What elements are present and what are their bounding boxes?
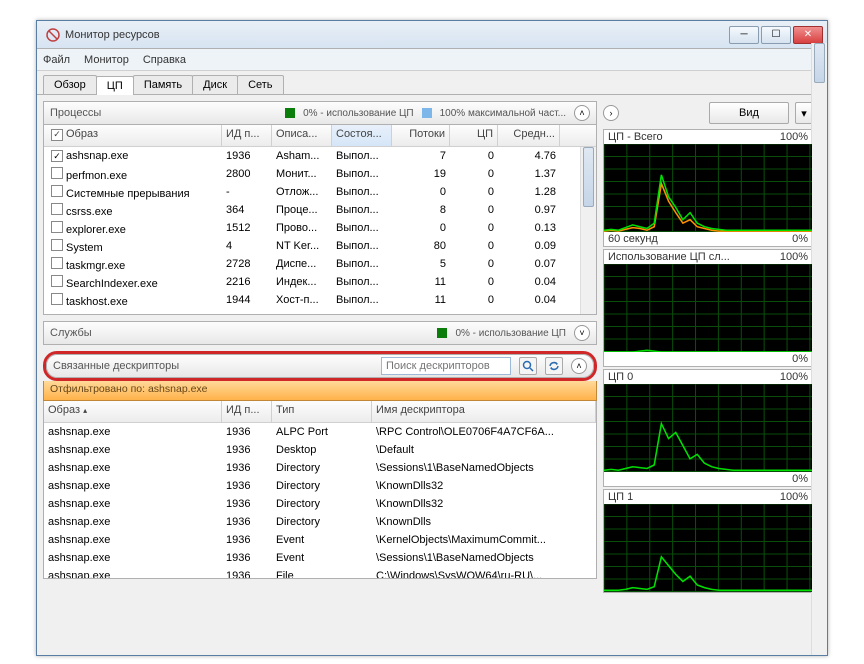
chart-max: 100%: [780, 491, 808, 503]
row-checkbox[interactable]: [51, 203, 63, 215]
chart-max: 100%: [780, 251, 808, 263]
services-meter-icon: [437, 328, 447, 338]
services-expand-button[interactable]: ˅: [574, 325, 590, 341]
chart-box: ЦП - Всего 100% 60 секунд 0%: [603, 129, 813, 247]
table-row[interactable]: ashsnap.exe 1936 Directory \Sessions\1\B…: [44, 459, 596, 477]
handles-search-input[interactable]: [381, 357, 511, 375]
minimize-button[interactable]: ─: [729, 26, 759, 44]
table-row[interactable]: ashsnap.exe 1936 Directory \KnownDlls32: [44, 477, 596, 495]
table-row[interactable]: ashsnap.exe 1936 File C:\Windows\SysWOW6…: [44, 567, 596, 579]
table-row[interactable]: ashsnap.exe 1936 Event \KernelObjects\Ma…: [44, 531, 596, 549]
table-row[interactable]: explorer.exe 1512 Прово... Выпол... 0 0 …: [44, 219, 596, 237]
table-row[interactable]: ✓ashsnap.exe 1936 Asham... Выпол... 7 0 …: [44, 147, 596, 165]
col-desc[interactable]: Описа...: [272, 125, 332, 146]
col-status[interactable]: Состоя...: [332, 125, 392, 146]
table-row[interactable]: perfmon.exe 2800 Монит... Выпол... 19 0 …: [44, 165, 596, 183]
cpu-meter-icon: [285, 108, 295, 118]
chart-box: ЦП 1 100%: [603, 489, 813, 593]
table-row[interactable]: System 4 NT Ker... Выпол... 80 0 0.09: [44, 237, 596, 255]
processes-title: Процессы: [50, 107, 101, 119]
row-checkbox[interactable]: [51, 167, 63, 179]
chart-title: Использование ЦП сл...: [608, 251, 730, 263]
app-window: Монитор ресурсов ─ ☐ ✕ Файл Монитор Спра…: [36, 20, 828, 656]
chart-footer-right: 0%: [792, 473, 808, 485]
row-checkbox[interactable]: ✓: [51, 150, 63, 162]
tab-network[interactable]: Сеть: [237, 75, 283, 94]
table-row[interactable]: ashsnap.exe 1936 Directory \KnownDlls32: [44, 495, 596, 513]
row-checkbox[interactable]: [51, 185, 63, 197]
chart-title: ЦП 1: [608, 491, 633, 503]
hcol-image[interactable]: Образ ▴: [44, 401, 222, 422]
row-checkbox[interactable]: [51, 257, 63, 269]
services-usage-label: 0% - использование ЦП: [455, 328, 566, 339]
chart-max: 100%: [780, 371, 808, 383]
row-checkbox[interactable]: [51, 221, 63, 233]
window-title: Монитор ресурсов: [65, 29, 729, 41]
chart-footer-right: 0%: [792, 233, 808, 245]
view-button[interactable]: Вид: [709, 102, 789, 124]
hcol-type[interactable]: Тип: [272, 401, 372, 422]
chart-footer-right: 0%: [792, 353, 808, 365]
services-header[interactable]: Службы 0% - использование ЦП ˅: [43, 321, 597, 345]
select-all-checkbox[interactable]: ✓: [51, 129, 63, 141]
row-checkbox[interactable]: [51, 239, 63, 251]
titlebar: Монитор ресурсов ─ ☐ ✕: [37, 21, 827, 49]
processes-scrollbar[interactable]: [580, 147, 596, 314]
table-row[interactable]: ashsnap.exe 1936 Desktop \Default: [44, 441, 596, 459]
col-pid[interactable]: ИД п...: [222, 125, 272, 146]
table-row[interactable]: SearchIndexer.exe 2216 Индек... Выпол...…: [44, 273, 596, 291]
chart-footer-left: 60 секунд: [608, 233, 658, 245]
services-title: Службы: [50, 327, 92, 339]
tabbar: Обзор ЦП Память Диск Сеть: [37, 71, 827, 95]
close-button[interactable]: ✕: [793, 26, 823, 44]
table-row[interactable]: csrss.exe 364 Проце... Выпол... 8 0 0.97: [44, 201, 596, 219]
freq-meter-icon: [422, 108, 432, 118]
menu-help[interactable]: Справка: [143, 54, 186, 66]
col-image[interactable]: Образ: [66, 128, 98, 140]
table-row[interactable]: ashsnap.exe 1936 Event \Sessions\1\BaseN…: [44, 549, 596, 567]
col-avg[interactable]: Средн...: [498, 125, 560, 146]
app-icon: [45, 27, 61, 43]
tab-overview[interactable]: Обзор: [43, 75, 97, 94]
chart-box: Использование ЦП сл... 100% 0%: [603, 249, 813, 367]
search-icon[interactable]: [519, 357, 537, 375]
handles-filter-bar: Отфильтровано по: ashsnap.exe: [43, 381, 597, 401]
refresh-icon[interactable]: [545, 357, 563, 375]
menu-monitor[interactable]: Монитор: [84, 54, 129, 66]
tab-memory[interactable]: Память: [133, 75, 193, 94]
table-row[interactable]: taskhost.exe 1944 Хост-п... Выпол... 11 …: [44, 291, 596, 309]
menubar: Файл Монитор Справка: [37, 49, 827, 71]
table-row[interactable]: ashsnap.exe 1936 Directory \KnownDlls: [44, 513, 596, 531]
table-row[interactable]: Системные прерывания - Отлож... Выпол...…: [44, 183, 596, 201]
table-row[interactable]: ashsnap.exe 1936 ALPC Port \RPC Control\…: [44, 423, 596, 441]
hcol-name[interactable]: Имя дескриптора: [372, 401, 596, 422]
chart-max: 100%: [780, 131, 808, 143]
col-cpu[interactable]: ЦП: [450, 125, 498, 146]
handles-title: Связанные дескрипторы: [53, 360, 179, 372]
chart-title: ЦП 0: [608, 371, 633, 383]
handles-table: Образ ▴ ИД п... Тип Имя дескриптора ashs…: [43, 401, 597, 579]
handles-header[interactable]: Связанные дескрипторы ˄: [46, 354, 594, 378]
cpu-usage-label: 0% - использование ЦП: [303, 108, 414, 119]
handles-collapse-button[interactable]: ˄: [571, 358, 587, 374]
hcol-pid[interactable]: ИД п...: [222, 401, 272, 422]
tab-cpu[interactable]: ЦП: [96, 76, 134, 95]
charts-collapse-button[interactable]: ›: [603, 105, 619, 121]
chart-box: ЦП 0 100% 0%: [603, 369, 813, 487]
tab-disk[interactable]: Диск: [192, 75, 238, 94]
table-row[interactable]: taskmgr.exe 2728 Диспе... Выпол... 5 0 0…: [44, 255, 596, 273]
row-checkbox[interactable]: [51, 293, 63, 305]
row-checkbox[interactable]: [51, 275, 63, 287]
processes-collapse-button[interactable]: ˄: [574, 105, 590, 121]
handles-panel-highlight: Связанные дескрипторы ˄: [43, 351, 597, 381]
maxfreq-label: 100% максимальной част...: [440, 108, 566, 119]
maximize-button[interactable]: ☐: [761, 26, 791, 44]
processes-table: ✓Образ ИД п... Описа... Состоя... Потоки…: [43, 125, 597, 315]
processes-header[interactable]: Процессы 0% - использование ЦП 100% макс…: [43, 101, 597, 125]
chart-title: ЦП - Всего: [608, 131, 663, 143]
col-threads[interactable]: Потоки: [392, 125, 450, 146]
menu-file[interactable]: Файл: [43, 54, 70, 66]
